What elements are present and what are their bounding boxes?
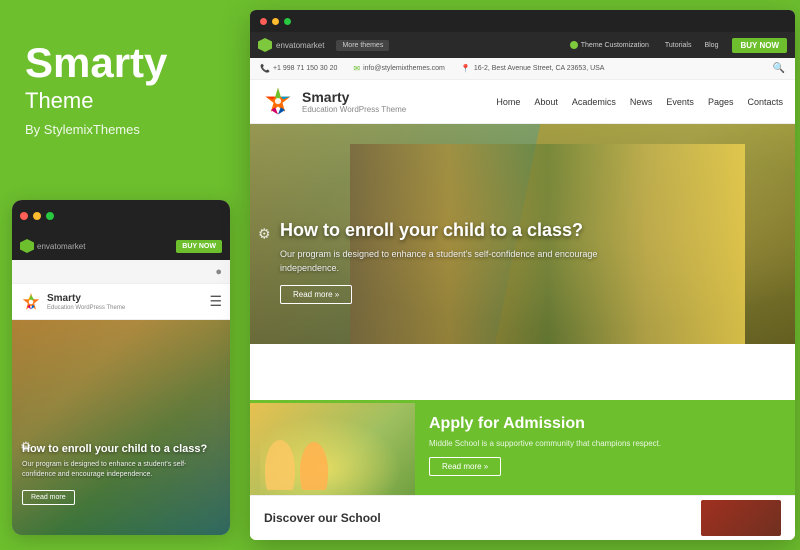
desktop-header-bar	[250, 10, 795, 32]
more-themes-button[interactable]: More themes	[336, 40, 389, 51]
mobile-hero: ⚙ How to enroll your child to a class? O…	[12, 320, 230, 535]
hero-read-more-button[interactable]: Read more »	[280, 285, 352, 304]
site-brand-tagline: Education WordPress Theme	[302, 105, 406, 114]
discover-section: Discover our School	[250, 495, 795, 540]
mobile-logo-icon	[20, 291, 42, 313]
admission-read-more-button[interactable]: Read more »	[429, 457, 501, 476]
discover-image	[701, 500, 781, 536]
discover-title: Discover our School	[264, 511, 381, 525]
nav-about[interactable]: About	[534, 97, 558, 107]
mobile-envato-logo: envatomarket	[20, 239, 85, 253]
hero-description: Our program is designed to enhance a stu…	[280, 248, 635, 275]
contact-phone: 📞 +1 998 71 150 30 20	[260, 64, 337, 73]
phone-icon: 📞	[260, 64, 270, 73]
envato-logo-area: envatomarket	[258, 38, 324, 52]
mobile-nav-bar: Smarty Education WordPress Theme ☰	[12, 284, 230, 320]
mobile-hero-title: How to enroll your child to a class?	[22, 442, 220, 456]
search-icon[interactable]: ●	[215, 266, 222, 278]
admission-description: Middle School is a supportive community …	[429, 438, 781, 449]
phone-number: +1 998 71 150 30 20	[273, 65, 337, 72]
mobile-envato-bar: envatomarket BUY NOW	[12, 232, 230, 260]
desktop-preview: envatomarket More themes Theme Customiza…	[250, 10, 795, 540]
brand-subtitle: Theme	[25, 88, 228, 114]
brand-author: By StylemixThemes	[25, 122, 228, 137]
address-text: 16-2, Best Avenue Street, CA 23653, USA	[474, 65, 605, 72]
hamburger-icon[interactable]: ☰	[209, 293, 222, 310]
dot-green	[46, 212, 54, 220]
mobile-buy-now-button[interactable]: BUY NOW	[176, 240, 222, 253]
envato-top-bar: envatomarket More themes Theme Customiza…	[250, 32, 795, 58]
nav-news[interactable]: News	[630, 97, 653, 107]
admission-title: Apply for Admission	[429, 415, 781, 433]
contact-bar: 📞 +1 998 71 150 30 20 ✉ info@stylemixthe…	[250, 58, 795, 80]
nav-pages[interactable]: Pages	[708, 97, 734, 107]
contact-email: ✉ info@stylemixthemes.com	[353, 64, 445, 73]
left-panel: Smarty Theme By StylemixThemes envatomar…	[0, 0, 248, 550]
mobile-read-more-button[interactable]: Read more	[22, 490, 75, 505]
site-navbar: Smarty Education WordPress Theme Home Ab…	[250, 80, 795, 124]
mobile-site-logo: Smarty Education WordPress Theme	[20, 291, 125, 313]
envato-label: envatomarket	[276, 41, 324, 50]
envato-icon	[20, 239, 34, 253]
admission-section: Apply for Admission Middle School is a s…	[250, 400, 795, 495]
theme-customization-button[interactable]: Theme Customization	[570, 41, 649, 49]
admission-image	[250, 403, 415, 495]
tutorials-link[interactable]: Tutorials	[665, 42, 692, 49]
desktop-dot-green	[284, 18, 291, 25]
desktop-dot-red	[260, 18, 267, 25]
hero-section: ⚙ How to enroll your child to a class? O…	[250, 124, 795, 344]
location-icon: 📍	[461, 64, 471, 73]
dot-yellow	[33, 212, 41, 220]
theme-customization-label: Theme Customization	[581, 42, 649, 49]
hero-content: How to enroll your child to a class? Our…	[280, 219, 635, 304]
main-navigation: Home About Academics News Events Pages C…	[496, 97, 783, 107]
green-dot-icon	[570, 41, 578, 49]
mobile-hero-text: How to enroll your child to a class? Our…	[22, 442, 220, 480]
dot-red	[20, 212, 28, 220]
site-logo-icon	[262, 86, 294, 118]
nav-events[interactable]: Events	[666, 97, 694, 107]
nav-academics[interactable]: Academics	[572, 97, 616, 107]
mobile-preview-card: envatomarket BUY NOW ●	[12, 200, 230, 535]
mobile-site-name: Smarty	[47, 293, 125, 305]
desktop-dot-yellow	[272, 18, 279, 25]
mobile-site-tagline: Education WordPress Theme	[47, 305, 125, 311]
nav-contacts[interactable]: Contacts	[747, 97, 783, 107]
buy-now-button[interactable]: BUY NOW	[732, 38, 787, 53]
email-address: info@stylemixthemes.com	[363, 65, 445, 72]
site-logo-area: Smarty Education WordPress Theme	[262, 86, 406, 118]
mobile-hero-desc: Our program is designed to enhance a stu…	[22, 460, 220, 480]
search-icon[interactable]: 🔍	[773, 63, 785, 74]
email-icon: ✉	[353, 64, 360, 73]
hero-title: How to enroll your child to a class?	[280, 219, 635, 242]
mobile-card-header	[12, 200, 230, 232]
gear-icon[interactable]: ⚙	[258, 226, 271, 243]
envato-hex-icon	[258, 38, 272, 52]
brand-title: Smarty	[25, 40, 228, 86]
nav-home[interactable]: Home	[496, 97, 520, 107]
site-brand-name: Smarty	[302, 89, 406, 105]
admission-green-area: Apply for Admission Middle School is a s…	[415, 403, 795, 495]
contact-address: 📍 16-2, Best Avenue Street, CA 23653, US…	[461, 64, 605, 73]
blog-link[interactable]: Blog	[704, 42, 718, 49]
envato-label: envatomarket	[37, 242, 85, 251]
mobile-search-bar: ●	[12, 260, 230, 284]
